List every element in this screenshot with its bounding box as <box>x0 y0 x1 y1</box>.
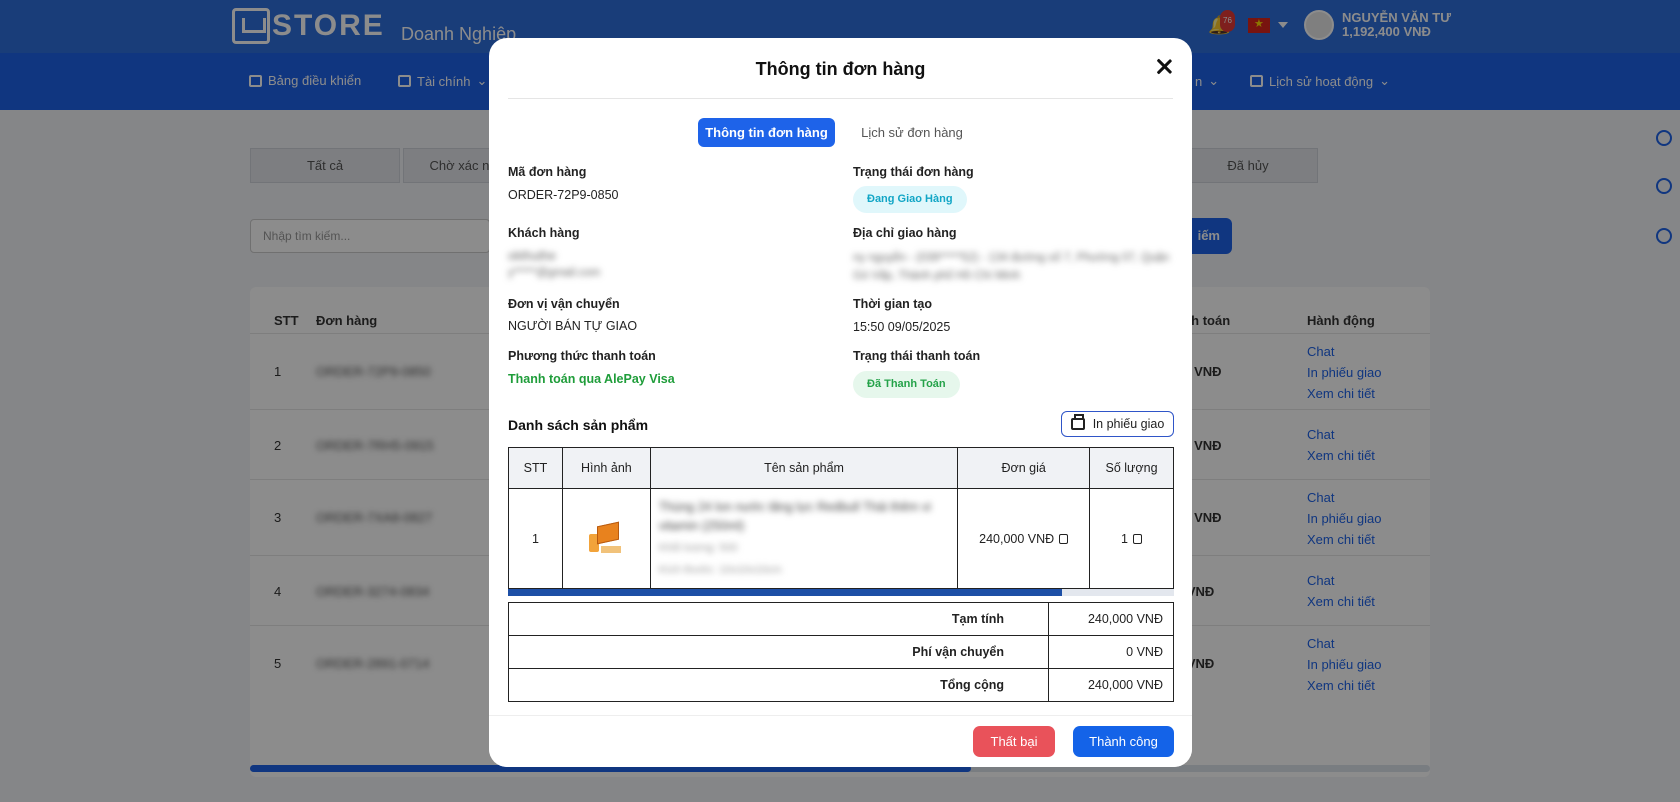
order-code: ORDER-72P9-0850 <box>508 188 619 202</box>
tab-order-info[interactable]: Thông tin đơn hàng <box>698 118 835 147</box>
total-value: 240,000 VNĐ <box>1048 668 1174 702</box>
modal-title: Thông tin đơn hàng <box>755 59 926 79</box>
product-price: 240,000 VNĐ <box>979 531 1055 546</box>
header-name: Tên sản phẩm <box>649 447 959 489</box>
subtotal-value: 240,000 VNĐ <box>1048 602 1174 636</box>
address-label: Địa chỉ giao hàng <box>853 226 957 240</box>
order-info-modal: Thông tin đơn hàng Thông tin đơn hàng Lị… <box>489 38 1192 767</box>
modal-footer: Thất bại Thành công <box>489 715 1192 767</box>
header-price: Đơn giá <box>957 447 1091 489</box>
divider <box>508 98 1173 99</box>
carrier-label: Đơn vị vận chuyển <box>508 297 620 311</box>
summary-row: Phí vận chuyển 0 VNĐ <box>508 635 1174 669</box>
header-stt: STT <box>508 447 563 489</box>
header-qty: Số lượng <box>1089 447 1174 489</box>
product-qty-cell: 1 <box>1089 488 1174 589</box>
carrier: NGƯỜI BÁN TỰ GIAO <box>508 319 638 333</box>
subtotal-label: Tạm tính <box>508 602 1049 636</box>
print-button-label: In phiếu giao <box>1092 417 1165 431</box>
summary-row: Tổng cộng 240,000 VNĐ <box>508 668 1174 702</box>
shipping-address: ny nguyễn - (039*****52) - 134 đường số … <box>853 252 1170 282</box>
copy-icon[interactable] <box>1129 530 1142 544</box>
created-time: 15:50 09/05/2025 <box>853 320 951 334</box>
product-qty: 1 <box>1121 531 1128 546</box>
order-status-label: Trạng thái đơn hàng <box>853 165 974 179</box>
summary-table: Tạm tính 240,000 VNĐ Phí vận chuyển 0 VNĐ … <box>508 602 1174 702</box>
customer-name: okthuthe <box>508 249 556 263</box>
payment-method: Thanh toán qua AlePay Visa <box>508 372 675 386</box>
customer-label: Khách hàng <box>508 226 580 240</box>
tab-order-history[interactable]: Lịch sử đơn hàng <box>847 118 977 147</box>
shipping-fee-label: Phí vận chuyển <box>508 635 1049 669</box>
product-size: Kích thước: 10x10x10cm <box>658 563 782 576</box>
close-icon[interactable] <box>1153 56 1175 78</box>
customer-email: y*****@gmail.com <box>508 267 601 279</box>
payment-method-label: Phương thức thanh toán <box>508 349 656 363</box>
products-table: STT Hình ảnh Tên sản phẩm Đơn giá Số lượ… <box>508 447 1174 589</box>
shipping-fee-value: 0 VNĐ <box>1048 635 1174 669</box>
success-button[interactable]: Thành công <box>1073 726 1174 757</box>
products-scrollbar[interactable] <box>508 589 1174 596</box>
order-code-label: Mã đơn hàng <box>508 165 587 179</box>
total-label: Tổng cộng <box>508 668 1049 702</box>
printer-icon <box>1070 414 1085 430</box>
status-badge: Đang Giao Hàng <box>853 186 967 213</box>
table-row: 1 Thùng 24 lon nước tăng lực Redbull Thá… <box>508 488 1174 589</box>
copy-icon[interactable] <box>1055 530 1069 544</box>
fail-button[interactable]: Thất bại <box>973 726 1055 757</box>
products-title: Danh sách sản phẩm <box>508 417 649 433</box>
payment-status-badge: Đã Thanh Toán <box>853 371 960 398</box>
product-image-cell <box>561 488 651 589</box>
product-image[interactable] <box>587 521 625 556</box>
summary-row: Tạm tính 240,000 VNĐ <box>508 602 1174 636</box>
header-image: Hình ảnh <box>561 447 651 489</box>
created-time-label: Thời gian tạo <box>853 297 933 311</box>
product-price-cell: 240,000 VNĐ <box>957 488 1091 589</box>
product-weight: Khối lượng: 500 <box>658 541 738 554</box>
product-stt: 1 <box>508 488 563 589</box>
print-delivery-button[interactable]: In phiếu giao <box>1061 411 1174 437</box>
product-name: Thùng 24 lon nước tăng lực Redbull Thái … <box>658 499 931 533</box>
scrollbar-thumb[interactable] <box>508 589 1062 596</box>
payment-status-label: Trạng thái thanh toán <box>853 349 981 363</box>
product-name-cell: Thùng 24 lon nước tăng lực Redbull Thái … <box>649 488 959 589</box>
